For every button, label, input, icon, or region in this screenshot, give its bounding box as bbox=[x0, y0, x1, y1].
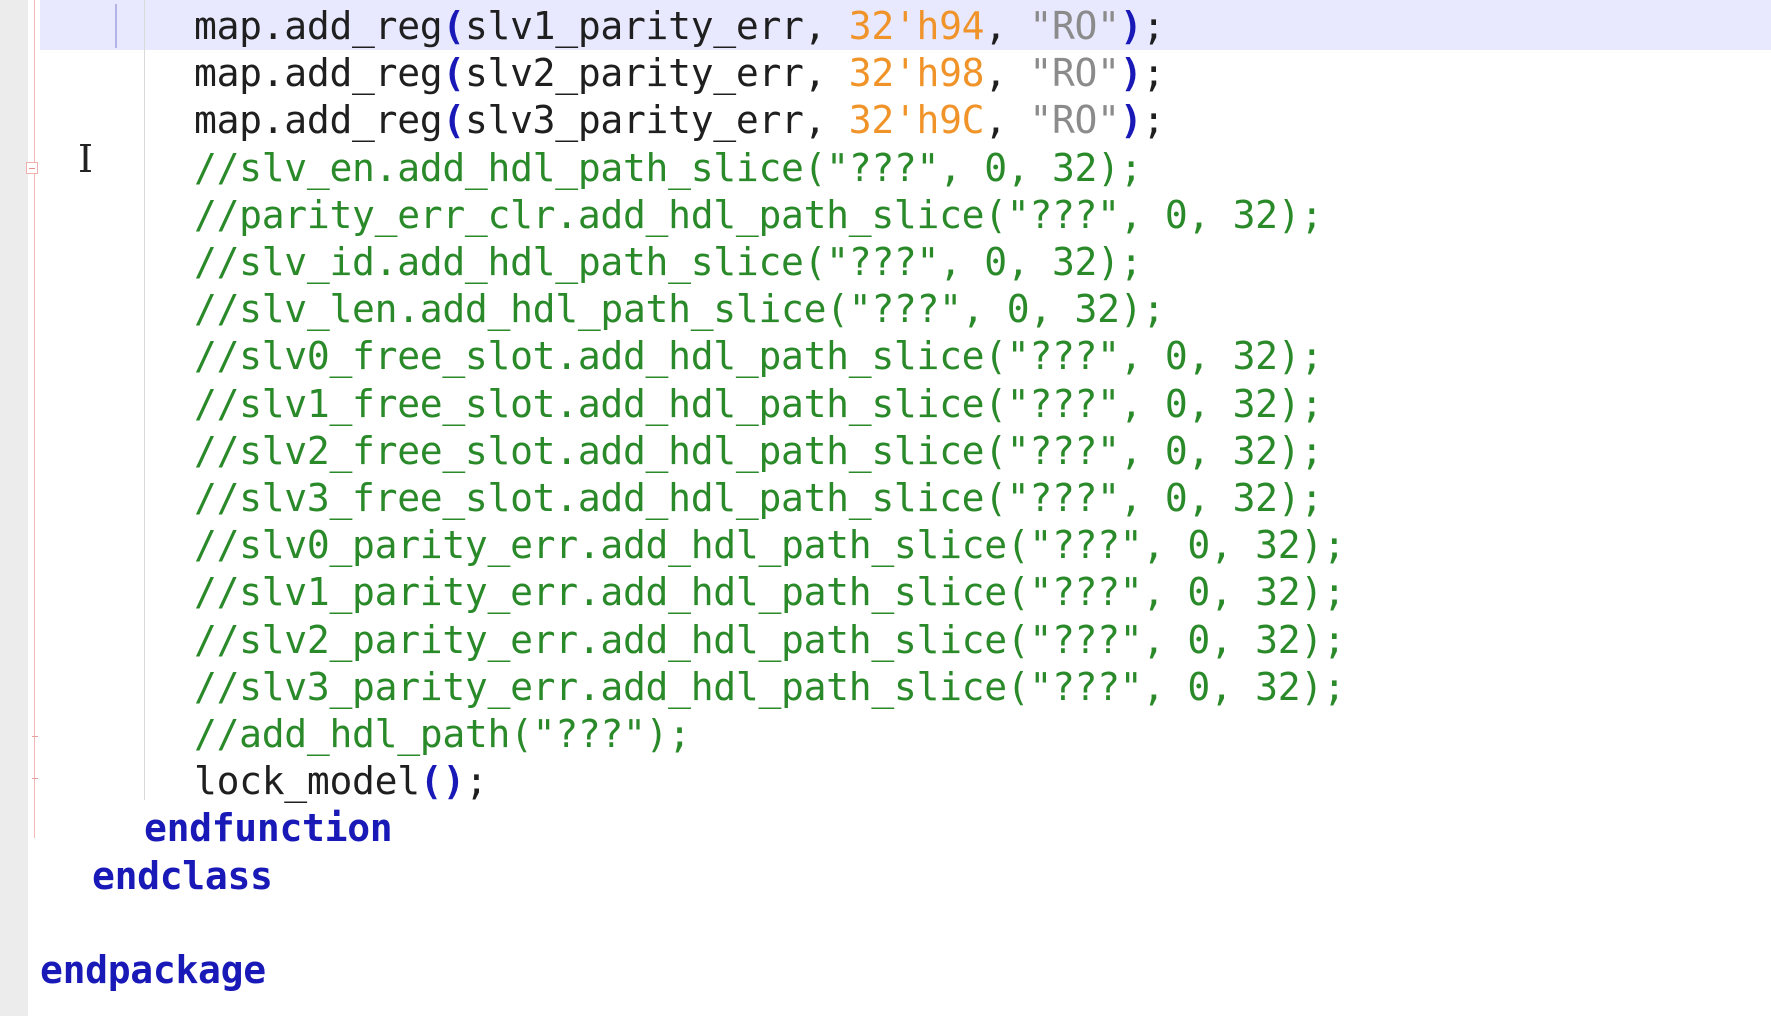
code-token: "RO" bbox=[1029, 98, 1120, 143]
code-line[interactable]: map.add_reg(slv3_parity_err, 32'h9C, "RO… bbox=[194, 96, 1165, 144]
code-token: ( bbox=[442, 4, 465, 48]
code-token: , bbox=[984, 51, 1030, 96]
code-token: map.add_reg bbox=[194, 4, 443, 48]
code-token: //add_hdl_path("???"); bbox=[194, 712, 691, 756]
code-token: //slv_len.add_hdl_path_slice("???", 0, 3… bbox=[194, 287, 1165, 332]
code-token: //slv0_parity_err.add_hdl_path_slice("??… bbox=[194, 523, 1346, 568]
code-token: "RO" bbox=[1029, 51, 1120, 96]
code-token: 32'h98 bbox=[848, 51, 985, 96]
code-token: slv2_parity_err, bbox=[464, 51, 849, 96]
code-token: , bbox=[984, 4, 1030, 48]
code-editor[interactable]: I map.add_reg(slv1_parity_err, 32'h94, "… bbox=[0, 0, 1771, 1016]
code-token: ) bbox=[1119, 98, 1143, 143]
editor-gutter[interactable] bbox=[0, 0, 28, 1016]
fold-marker bbox=[32, 778, 38, 779]
code-token: slv3_parity_err, bbox=[464, 98, 849, 143]
code-token: 32'h9C bbox=[848, 98, 985, 143]
fold-collapse-icon[interactable] bbox=[26, 162, 38, 174]
code-token: ; bbox=[464, 759, 488, 804]
code-token: endpackage bbox=[40, 948, 266, 992]
code-token: endfunction bbox=[144, 806, 393, 851]
code-token: //slv1_parity_err.add_hdl_path_slice("??… bbox=[194, 570, 1346, 615]
code-token: slv1_parity_err, bbox=[464, 4, 849, 48]
code-token: //slv1_free_slot.add_hdl_path_slice("???… bbox=[194, 381, 1323, 426]
code-token: () bbox=[419, 759, 465, 804]
code-token: //slv_id.add_hdl_path_slice("???", 0, 32… bbox=[194, 240, 1143, 284]
code-token: ; bbox=[1142, 98, 1165, 143]
code-token: 32'h94 bbox=[848, 4, 985, 48]
code-token: //slv3_free_slot.add_hdl_path_slice("???… bbox=[194, 476, 1323, 520]
code-token: ( bbox=[442, 51, 465, 96]
fold-marker bbox=[32, 736, 38, 737]
code-line[interactable]: //parity_err_clr.add_hdl_path_slice("???… bbox=[194, 191, 1323, 239]
code-line[interactable]: //slv_id.add_hdl_path_slice("???", 0, 32… bbox=[194, 238, 1143, 286]
code-token: ) bbox=[1119, 4, 1143, 48]
code-token: ; bbox=[1142, 4, 1165, 48]
code-token: lock_model bbox=[194, 759, 420, 804]
code-line[interactable]: endpackage bbox=[40, 946, 266, 994]
code-line[interactable]: endclass bbox=[92, 852, 273, 900]
code-line[interactable]: //slv2_parity_err.add_hdl_path_slice("??… bbox=[194, 616, 1346, 664]
code-line[interactable]: //slv0_free_slot.add_hdl_path_slice("???… bbox=[194, 332, 1323, 380]
code-line[interactable]: //slv1_free_slot.add_hdl_path_slice("???… bbox=[194, 380, 1323, 428]
code-line[interactable]: //slv_en.add_hdl_path_slice("???", 0, 32… bbox=[194, 144, 1143, 192]
code-line[interactable]: //slv_len.add_hdl_path_slice("???", 0, 3… bbox=[194, 285, 1165, 333]
code-token: ) bbox=[1119, 51, 1143, 96]
code-line[interactable]: map.add_reg(slv2_parity_err, 32'h98, "RO… bbox=[194, 49, 1165, 97]
code-line[interactable]: //slv0_parity_err.add_hdl_path_slice("??… bbox=[194, 521, 1346, 569]
code-token: //slv3_parity_err.add_hdl_path_slice("??… bbox=[194, 664, 1346, 709]
code-line[interactable]: //add_hdl_path("???"); bbox=[194, 710, 691, 758]
code-token: ( bbox=[442, 98, 465, 143]
code-line[interactable]: map.add_reg(slv1_parity_err, 32'h94, "RO… bbox=[194, 2, 1165, 50]
code-token: map.add_reg bbox=[194, 51, 443, 96]
code-line[interactable]: //slv2_free_slot.add_hdl_path_slice("???… bbox=[194, 427, 1323, 475]
code-line[interactable]: //slv3_parity_err.add_hdl_path_slice("??… bbox=[194, 663, 1346, 711]
code-token: map.add_reg bbox=[194, 98, 443, 143]
text-cursor-icon: I bbox=[78, 137, 94, 181]
code-token: //slv_en.add_hdl_path_slice("???", 0, 32… bbox=[194, 145, 1143, 190]
code-token: , bbox=[984, 98, 1030, 143]
code-token: endclass bbox=[92, 853, 273, 898]
code-token: //slv2_free_slot.add_hdl_path_slice("???… bbox=[194, 428, 1323, 473]
code-line[interactable]: lock_model(); bbox=[194, 757, 488, 805]
indent-guide bbox=[144, 0, 145, 800]
code-token: ; bbox=[1142, 51, 1165, 96]
fold-guide-line bbox=[34, 0, 35, 838]
text-caret bbox=[115, 4, 117, 48]
code-line[interactable]: //slv3_free_slot.add_hdl_path_slice("???… bbox=[194, 474, 1323, 522]
code-line[interactable]: endfunction bbox=[144, 804, 393, 852]
code-token: //slv0_free_slot.add_hdl_path_slice("???… bbox=[194, 334, 1323, 379]
code-token: //parity_err_clr.add_hdl_path_slice("???… bbox=[194, 192, 1323, 237]
code-line[interactable]: //slv1_parity_err.add_hdl_path_slice("??… bbox=[194, 568, 1346, 616]
code-token: "RO" bbox=[1029, 4, 1120, 48]
code-token: //slv2_parity_err.add_hdl_path_slice("??… bbox=[194, 617, 1346, 662]
